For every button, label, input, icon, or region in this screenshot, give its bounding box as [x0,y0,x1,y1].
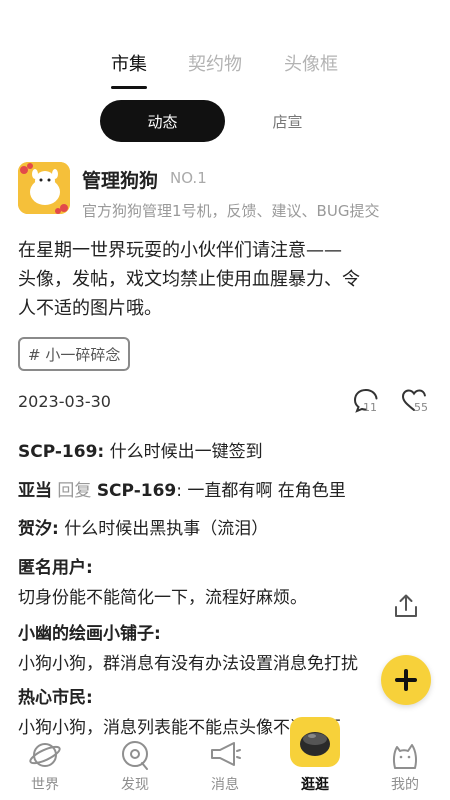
tab-avatar-frames[interactable]: 头像框 [284,50,338,76]
post-content-line: 人不适的图片哦。 [18,298,162,319]
author-name[interactable]: 管理狗狗 [82,166,158,193]
reply-target-user[interactable]: SCP-169 [97,481,176,501]
author-bio: 官方狗狗管理1号机，反馈、建议、BUG提交 [82,202,380,220]
nav-label: 世界 [31,777,59,793]
megaphone-icon [211,742,241,766]
subtab-feed[interactable]: 动态 [100,100,225,142]
planet-icon [29,743,61,767]
share-icon[interactable] [392,592,420,620]
post-content: 在星期一世界玩耍的小伙伴们请注意—— 头像，发帖，戏文均禁止使用血腥暴力、令 人… [18,236,428,323]
discover-icon [122,741,148,770]
comment-item[interactable]: 贺汐: 什么时候出黑执事（流泪） [18,514,268,539]
nav-profile[interactable]: 我的 [370,735,440,800]
stroll-icon [300,732,330,756]
comment-item[interactable]: 匿名用户: 切身份能不能简化一下，流程好麻烦。 [18,553,307,608]
post-date: 2023-03-30 [18,392,111,411]
nav-messages[interactable]: 消息 [190,735,260,800]
comment-user[interactable]: 贺汐: [18,519,59,539]
cat-icon [392,744,417,769]
stroll-button[interactable] [290,717,340,767]
comment-text: 小狗小狗，群消息有没有办法设置消息免打扰 [18,654,358,674]
comment-item[interactable]: 小幽的绘画小铺子: 小狗小狗，群消息有没有办法设置消息免打扰 [18,619,398,674]
comment-count: 11 [363,401,377,414]
comment-user[interactable]: 热心市民: [18,683,398,708]
nav-label: 消息 [211,777,239,793]
comment-text: : 一直都有啊 在角色里 [176,481,346,501]
plus-icon [395,669,417,691]
nav-label: 发现 [121,777,149,793]
post-content-line: 在星期一世界玩耍的小伙伴们请注意—— [18,240,342,261]
comment-text: 切身份能不能简化一下，流程好麻烦。 [18,588,307,608]
author-rank-badge: NO.1 [170,169,207,187]
like-count: 55 [414,401,428,414]
tab-market[interactable]: 市集 [111,50,147,76]
active-tab-indicator [111,86,147,89]
nav-world[interactable]: 世界 [10,735,80,800]
top-tab-bar: 市集 契约物 头像框 [0,50,450,90]
topic-tag[interactable]: # 小一碎碎念 [18,337,131,371]
nav-label: 我的 [391,777,419,793]
comment-item[interactable]: 热心市民: 小狗小狗，消息列表能不能点头像不进主页 [18,683,398,738]
bottom-nav: 世界 发现 消息 逛逛 我的 [0,735,450,800]
comment-text: 什么时候出一键签到 [109,442,263,462]
comment-item[interactable]: SCP-169: 什么时候出一键签到 [18,437,263,462]
reply-label: 回复 [57,481,92,501]
comment-user[interactable]: 亚当 [18,481,52,501]
comment-user[interactable]: 匿名用户: [18,553,307,578]
nav-label: 逛逛 [301,777,329,793]
nav-discover[interactable]: 发现 [100,735,170,800]
author-avatar[interactable] [18,162,70,214]
comment-user[interactable]: 小幽的绘画小铺子: [18,619,398,644]
add-post-button[interactable] [381,655,431,705]
tab-contracts[interactable]: 契约物 [188,50,242,76]
comment-item[interactable]: 亚当 回复 SCP-169: 一直都有啊 在角色里 [18,476,346,501]
comment-text: 什么时候出黑执事（流泪） [64,519,269,539]
post-content-line: 头像，发帖，戏文均禁止使用血腥暴力、令 [18,269,360,290]
subtab-shop-promo[interactable]: 店宣 [250,100,325,142]
comment-user[interactable]: SCP-169: [18,442,104,462]
sub-tab-bar: 动态 店宣 [0,100,450,142]
